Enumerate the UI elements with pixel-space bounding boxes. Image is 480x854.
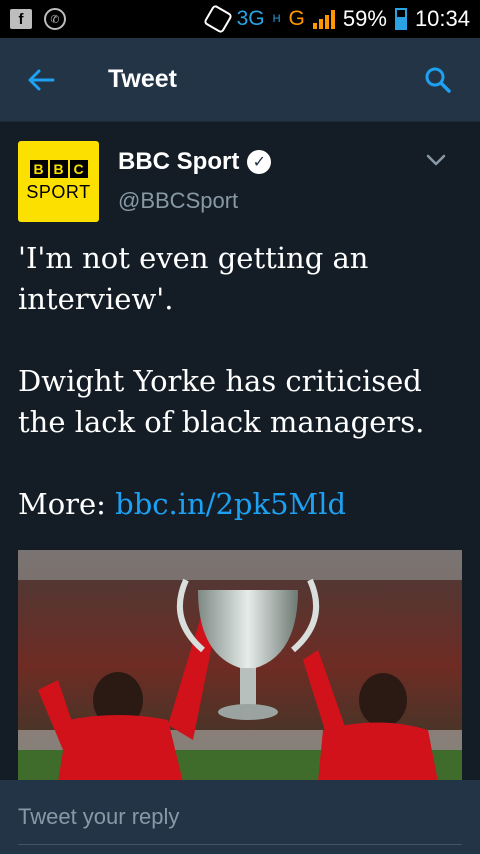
nfc-icon (202, 3, 233, 35)
more-label: More: (18, 487, 106, 521)
back-arrow-icon (28, 69, 55, 90)
battery-icon (394, 8, 407, 30)
search-icon (425, 67, 451, 93)
app-bar: Tweet (0, 38, 480, 122)
reply-bar: Tweet your reply (0, 780, 480, 854)
avatar[interactable]: BBC SPORT (18, 141, 99, 222)
author-handle[interactable]: @BBCSport (118, 188, 238, 214)
divider (18, 844, 462, 845)
tweet-text-quote: 'I'm not even getting an interview'. (18, 241, 369, 316)
search-button[interactable] (396, 38, 480, 122)
network-type: 3G (236, 7, 265, 30)
battery-percent: 59% (342, 6, 387, 31)
sim-network: G (288, 7, 305, 30)
facebook-icon: f (10, 9, 32, 29)
signal-icon (312, 9, 335, 29)
author-name-text: BBC Sport (118, 148, 240, 175)
photo-image (18, 550, 462, 780)
clock: 10:34 (414, 6, 470, 31)
back-button[interactable] (0, 38, 82, 122)
tweet-detail: BBC SPORT BBC Sport ✓ @BBCSport 'I'm not… (0, 122, 480, 780)
tweet-text-body: Dwight Yorke has criticised the lack of … (18, 364, 425, 439)
chevron-down-icon[interactable] (424, 150, 448, 170)
tweet-photo[interactable] (18, 550, 462, 780)
network-sub-icon: H (272, 13, 281, 25)
status-bar: f ✆ 3G H G 59% 10:34 (0, 0, 480, 38)
tweet-text: 'I'm not even getting an interview'. Dwi… (18, 238, 468, 566)
page-title: Tweet (108, 65, 177, 93)
reply-input[interactable]: Tweet your reply (18, 804, 179, 830)
whatsapp-icon: ✆ (44, 8, 66, 30)
author-name[interactable]: BBC Sport ✓ (118, 148, 272, 176)
tweet-more: More: bbc.in/2pk5Mld (18, 484, 468, 525)
verified-icon: ✓ (247, 150, 272, 174)
more-link[interactable]: bbc.in/2pk5Mld (115, 487, 346, 521)
bbc-logo: BBC (29, 160, 88, 178)
